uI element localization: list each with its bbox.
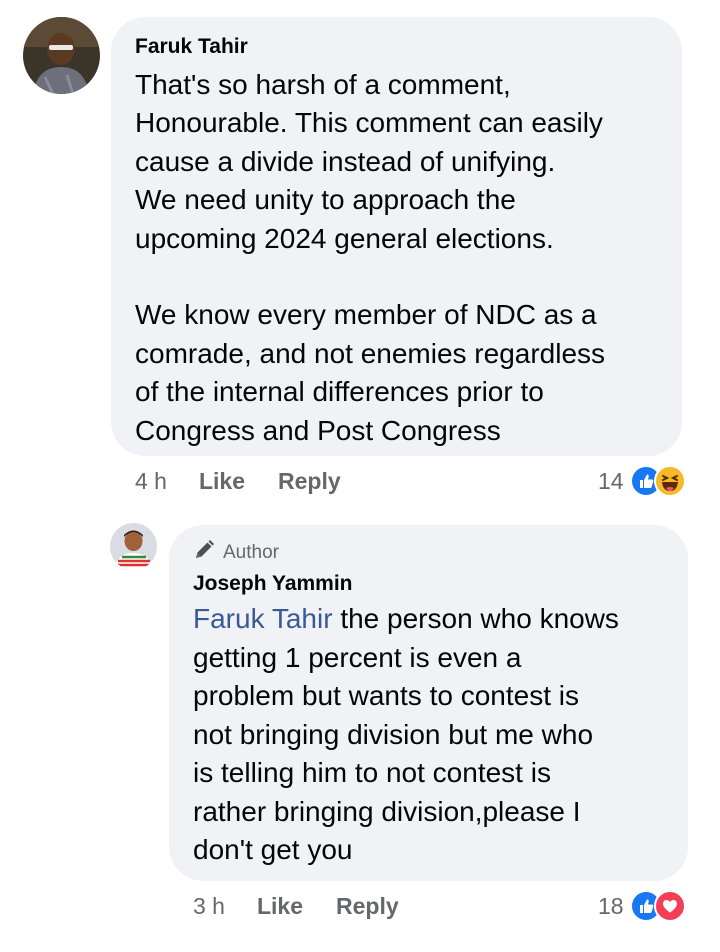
haha-icon xyxy=(653,465,686,497)
comment-text: That's so harsh of a comment, Honourable… xyxy=(135,69,606,446)
reply-timestamp[interactable]: 3 h xyxy=(193,893,225,920)
author-badge: Author xyxy=(193,540,666,566)
reply-reply-button[interactable]: Reply xyxy=(336,893,399,920)
reply-like-button[interactable]: Like xyxy=(257,893,303,920)
reaction-count: 14 xyxy=(598,467,624,494)
avatar-joseph-yammin[interactable] xyxy=(110,523,157,570)
reply-text: Faruk Tahir the person who knows getting… xyxy=(193,600,666,870)
reply-reaction-count: 18 xyxy=(598,892,624,919)
reaction-summary[interactable]: 14 xyxy=(598,463,686,499)
reply-author-name[interactable]: Joseph Yammin xyxy=(193,570,666,598)
reply-button[interactable]: Reply xyxy=(278,468,341,495)
comment-meta-row: 4 h Like Reply xyxy=(135,463,374,499)
love-icon xyxy=(653,890,686,922)
reply-reaction-summary[interactable]: 18 xyxy=(598,888,686,924)
reply-bubble: Author Joseph Yammin Faruk Tahir the per… xyxy=(169,525,688,881)
like-button[interactable]: Like xyxy=(199,468,245,495)
reply-body: the person who knows getting 1 percent i… xyxy=(193,603,619,865)
comment-timestamp[interactable]: 4 h xyxy=(135,468,167,495)
comment-author-name[interactable]: Faruk Tahir xyxy=(135,33,660,61)
reply-meta-row: 3 h Like Reply xyxy=(193,888,432,924)
avatar-faruk-tahir[interactable] xyxy=(23,17,100,94)
mention-link[interactable]: Faruk Tahir xyxy=(193,603,333,634)
author-badge-label: Author xyxy=(223,542,279,563)
pencil-icon xyxy=(193,539,215,567)
comment-bubble: Faruk Tahir That's so harsh of a comment… xyxy=(111,17,682,456)
